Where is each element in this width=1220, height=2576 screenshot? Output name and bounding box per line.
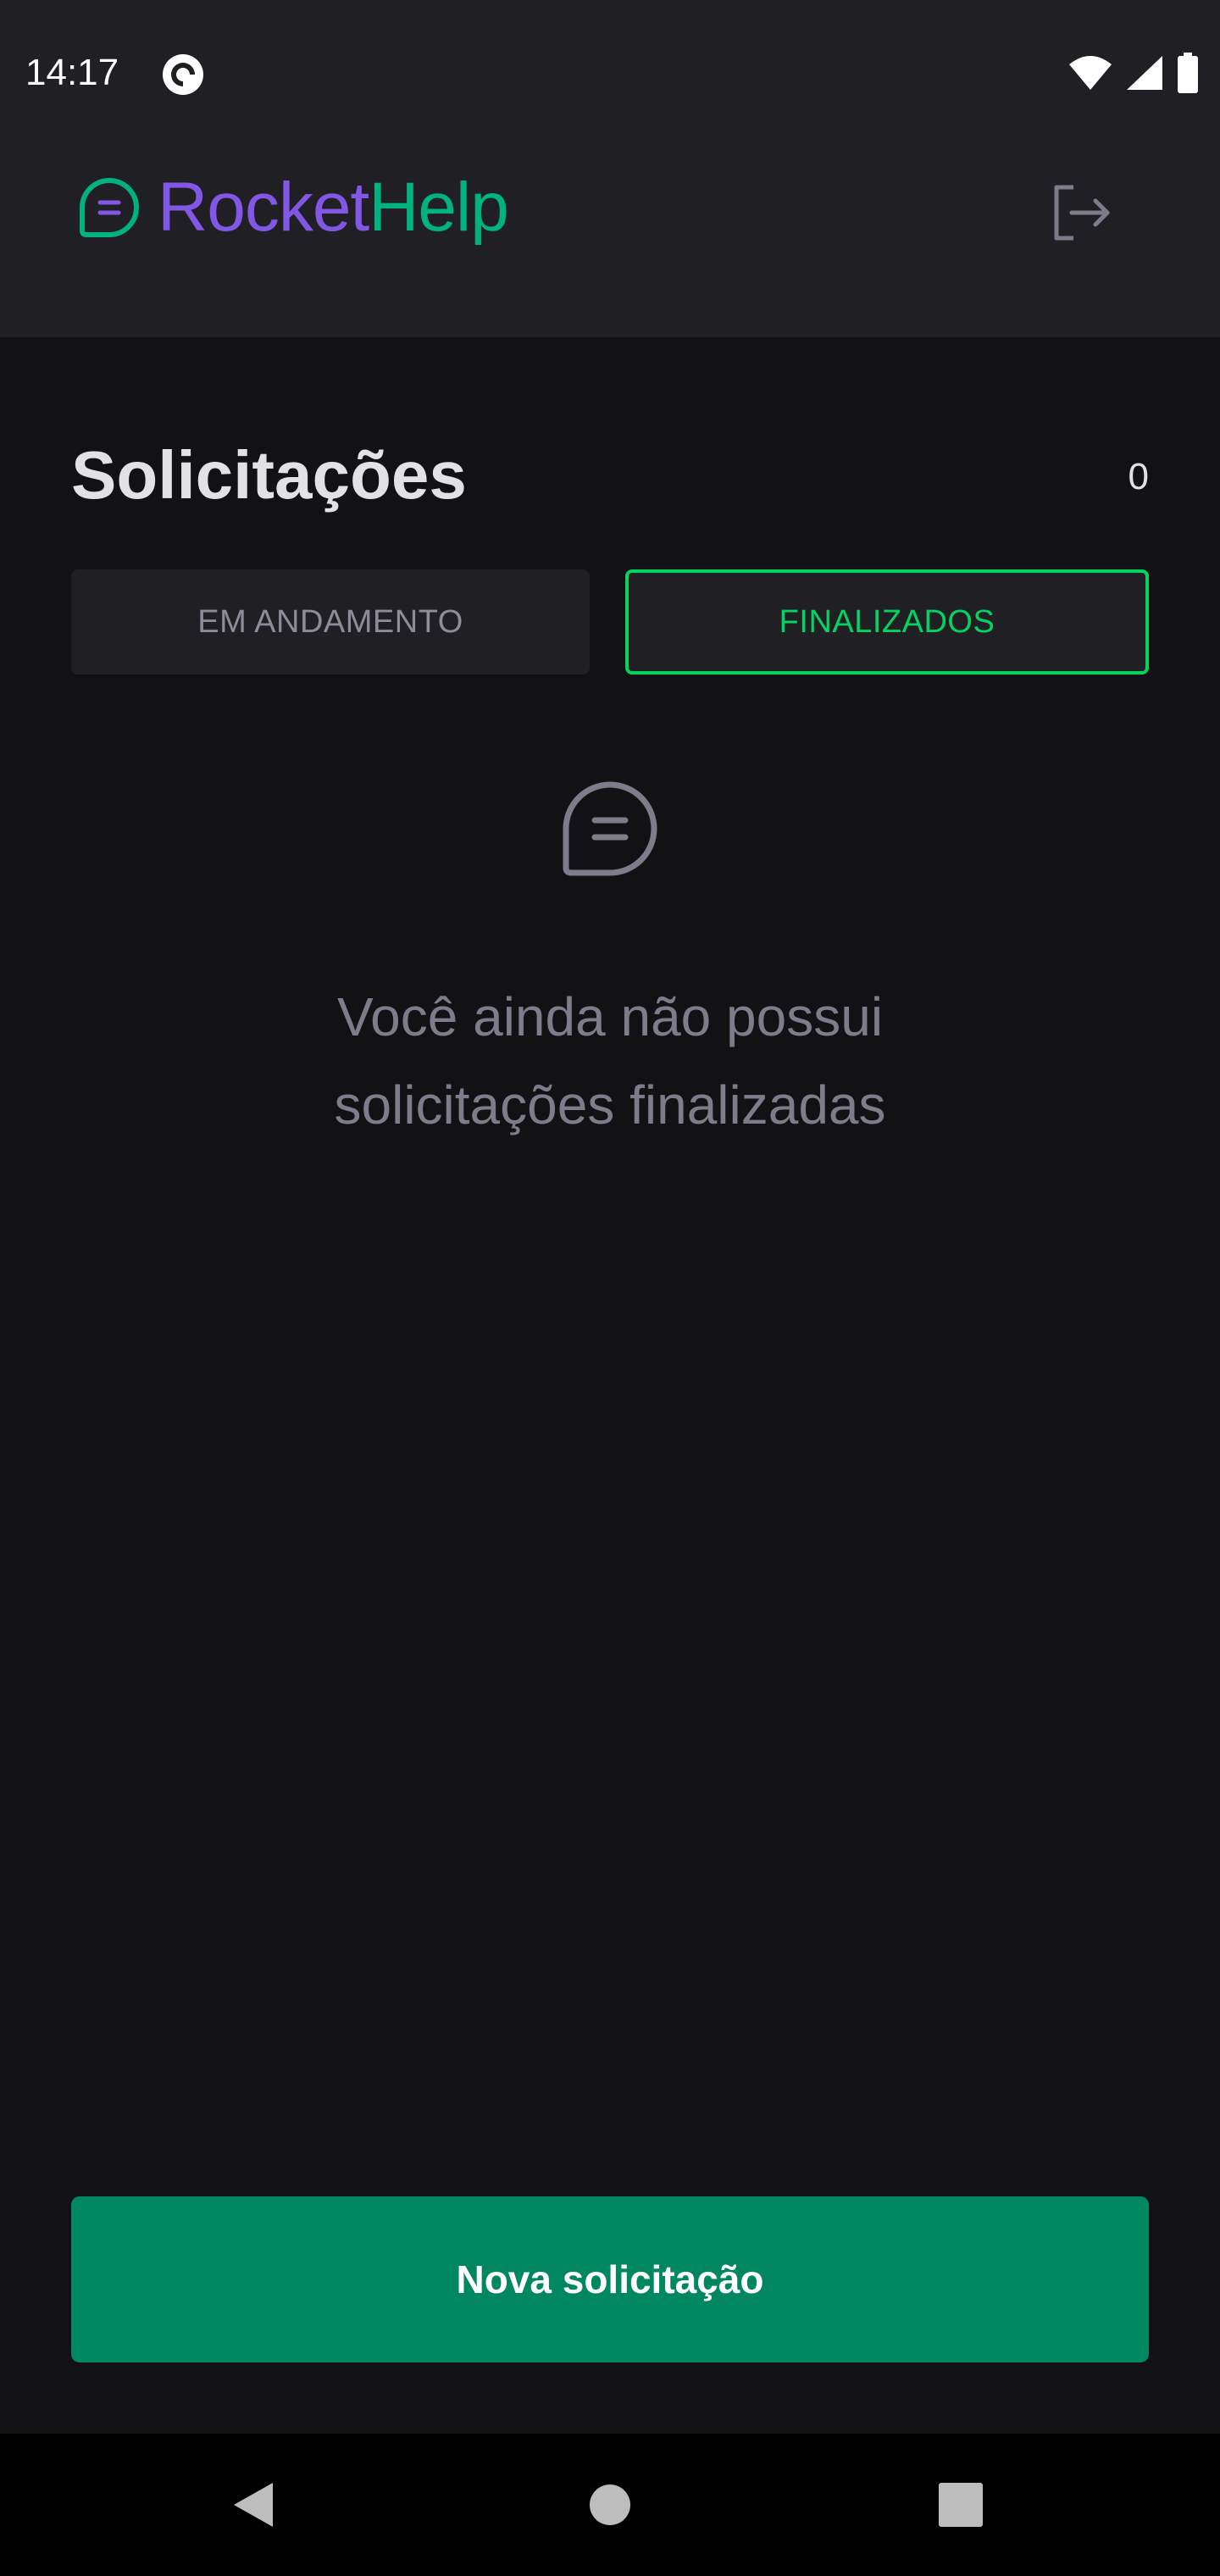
wifi-icon [1069, 56, 1112, 90]
status-filters: EM ANDAMENTO FINALIZADOS [71, 569, 1149, 675]
new-request-button[interactable]: Nova solicitação [71, 2196, 1149, 2362]
empty-state: Você ainda não possui solicitações final… [71, 778, 1149, 1149]
sign-out-icon [1054, 185, 1110, 241]
chat-bubble-icon [563, 781, 657, 876]
recents-button[interactable] [890, 2434, 1032, 2576]
empty-state-line-1: Você ainda não possui [336, 986, 884, 1047]
screen: 14:17 Rocket Help Solicitações 0 EM ANDA… [0, 0, 1220, 2576]
status-time: 14:17 [25, 52, 119, 93]
pocket-casts-icon [163, 54, 203, 95]
system-navigation-bar [0, 2434, 1220, 2576]
filter-finished-button[interactable]: FINALIZADOS [625, 569, 1149, 675]
battery-icon [1178, 53, 1198, 93]
back-button[interactable] [183, 2434, 325, 2576]
logout-button[interactable] [1044, 176, 1117, 249]
recents-icon [939, 2483, 983, 2527]
page-title: Solicitações [71, 437, 467, 513]
requests-count: 0 [1128, 456, 1149, 497]
chat-bubble-icon [80, 177, 139, 237]
app-header: 14:17 Rocket Help [0, 0, 1220, 337]
cellular-signal-icon [1127, 56, 1162, 90]
status-icons [1068, 53, 1200, 93]
home-icon [590, 2484, 630, 2525]
filter-in-progress-button[interactable]: EM ANDAMENTO [71, 569, 590, 675]
brand-name-help: Help [369, 169, 509, 246]
back-icon [234, 2483, 273, 2527]
brand-logo: Rocket Help [78, 169, 509, 246]
empty-state-line-2: solicitações finalizadas [334, 1074, 886, 1135]
title-row: Solicitações 0 [71, 437, 1149, 514]
home-button[interactable] [539, 2434, 681, 2576]
empty-state-message: Você ainda não possui solicitações final… [71, 973, 1149, 1149]
brand-name-rocket: Rocket [158, 169, 369, 246]
